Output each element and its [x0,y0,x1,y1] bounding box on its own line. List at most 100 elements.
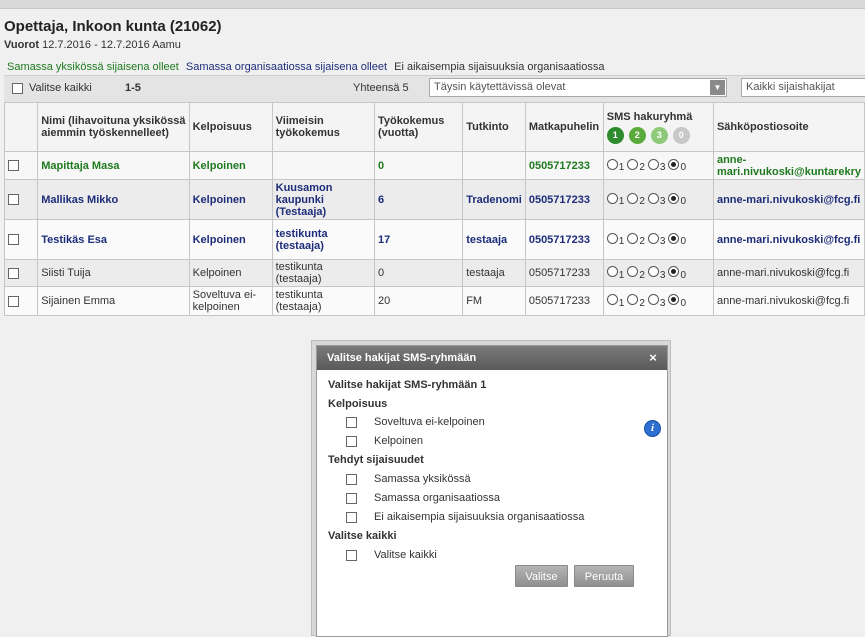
option-select-all[interactable]: Valitse kaikki [346,549,437,561]
header-name[interactable]: Nimi (lihavoituna yksikössä aiemmin työs… [37,102,190,152]
radio-label: 3 [659,297,666,309]
row-checkbox[interactable] [8,234,19,246]
sms-radio-2[interactable] [627,232,639,244]
cell-name[interactable]: Mapittaja Masa [37,151,190,180]
checkbox[interactable] [346,549,357,561]
sms-radio-2[interactable] [627,158,639,170]
sms-radio-0[interactable] [668,232,680,244]
cell-latest: testikunta (testaaja) [271,286,375,316]
checkbox[interactable] [346,473,357,485]
cell-years: 0 [373,259,464,287]
sms-radio-1[interactable] [606,232,618,244]
sms-radio-3[interactable] [647,266,659,278]
cell-name[interactable]: Siisti Tuija [37,259,190,287]
cell-mobile: 0505717233 [524,219,604,260]
sms-group-2-button[interactable]: 2 [628,126,646,144]
sms-radio-0[interactable] [668,294,680,306]
result-range: 1-5 [125,82,141,94]
table-row: Sijainen Emma Soveltuva ei-kelpoinen tes… [3,286,865,316]
row-checkbox[interactable] [8,267,19,279]
option-label: Valitse kaikki [374,549,437,561]
sms-radio-3[interactable] [647,232,659,244]
radio-label: 0 [680,196,686,207]
dialog-subtitle: Valitse hakijat SMS-ryhmään 1 [328,379,487,391]
cell-degree: testaaja [462,219,526,260]
sms-radio-3[interactable] [647,192,659,204]
availability-select[interactable]: Täysin käytettävissä olevat ▼ [429,78,727,97]
header-mobile[interactable]: Matkapuhelin [524,102,604,152]
sms-radio-2[interactable] [627,294,639,306]
filter-same-unit[interactable]: Samassa yksikössä sijaisena olleet [7,61,179,73]
sms-radio-1[interactable] [606,192,618,204]
chevron-down-icon[interactable]: ▼ [710,80,725,95]
checkbox[interactable] [346,435,357,447]
sms-radio-0[interactable] [668,192,680,204]
header-experience-years[interactable]: Työkokemus (vuotta) [373,102,464,152]
option-label: Soveltuva ei-kelpoinen [374,416,485,428]
row-checkbox[interactable] [8,295,19,307]
header-email[interactable]: Sähköpostiosoite [712,102,865,152]
sms-group-buttons: 1230 [606,126,710,144]
checkbox[interactable] [346,492,357,504]
applicants-filter[interactable]: Kaikki sijaishakijat [741,78,865,97]
sms-radio-1[interactable] [606,294,618,306]
cell-mobile: 0505717233 [524,179,604,220]
table-row: Testikäs Esa Kelpoinen testikunta (testa… [3,219,865,260]
sms-radio-3[interactable] [647,294,659,306]
cell-name[interactable]: Testikäs Esa [37,219,190,260]
sms-radio-0[interactable] [668,266,680,278]
option-label: Samassa yksikössä [374,473,471,485]
cell-name[interactable]: Mallikas Mikko [37,179,190,220]
row-checkbox[interactable] [8,194,19,206]
checkbox[interactable] [346,511,357,523]
radio-label: 0 [680,269,686,281]
sms-group-1-button[interactable]: 1 [606,126,624,144]
sms-group-3-button[interactable]: 3 [650,126,668,144]
filter-same-org[interactable]: Samassa organisaatiossa sijaisena olleet [186,61,387,73]
radio-label: 0 [680,236,686,247]
radio-label: 3 [659,236,666,247]
filter-no-previous[interactable]: Ei aikaisempia sijaisuuksia organisaatio… [394,61,604,73]
sms-group-0-button[interactable]: 0 [672,126,690,144]
cell-years: 17 [373,219,464,260]
sms-radio-1[interactable] [606,266,618,278]
select-all-label: Valitse kaikki [29,82,92,94]
cell-latest: Kuusamon kaupunki (Testaaja) [271,179,375,220]
filter-links: Samassa yksikössä sijaisena olleet Samas… [7,61,608,73]
close-icon[interactable]: × [645,350,661,366]
sms-radio-0[interactable] [668,158,680,170]
cancel-button[interactable]: Peruuta [574,565,634,587]
cell-eligibility: Kelpoinen [188,259,273,287]
radio-label: 1 [618,269,625,281]
dialog-titlebar[interactable]: Valitse hakijat SMS-ryhmään × [317,346,667,370]
option-none-before[interactable]: Ei aikaisempia sijaisuuksia organisaatio… [346,511,584,523]
select-all-checkbox[interactable] [12,83,23,94]
header-latest-experience[interactable]: Viimeisin työkokemus [271,102,375,152]
cell-name[interactable]: Sijainen Emma [37,286,190,316]
header-degree[interactable]: Tutkinto [462,102,526,152]
row-checkbox[interactable] [8,160,19,172]
option-eligible[interactable]: Kelpoinen [346,435,423,447]
checkbox[interactable] [346,416,357,428]
radio-label: 1 [618,236,625,247]
sms-radio-2[interactable] [627,192,639,204]
info-icon[interactable]: i [644,420,661,437]
option-same-unit[interactable]: Samassa yksikössä [346,473,471,485]
radio-label: 1 [618,162,625,173]
option-suitable-not-eligible[interactable]: Soveltuva ei-kelpoinen [346,416,485,428]
cell-latest: testikunta (testaaja) [271,219,375,260]
section-select-all: Valitse kaikki [328,530,397,542]
dialog-frame: Valitse hakijat SMS-ryhmään × Valitse ha… [311,340,671,637]
select-button[interactable]: Valitse [515,565,568,587]
cell-sms-radios: 1 2 3 0 [602,151,714,180]
cell-years: 20 [373,286,464,316]
header-eligibility[interactable]: Kelpoisuus [188,102,273,152]
applicants-table: Nimi (lihavoituna yksikössä aiemmin työs… [3,102,865,316]
option-same-org[interactable]: Samassa organisaatiossa [346,492,500,504]
radio-label: 2 [639,269,645,281]
sms-radio-1[interactable] [606,158,618,170]
sms-radio-2[interactable] [627,266,639,278]
shifts-value: 12.7.2016 - 12.7.2016 Aamu [42,39,181,51]
sms-radio-3[interactable] [647,158,659,170]
shifts-info: Vuorot 12.7.2016 - 12.7.2016 Aamu [4,39,181,51]
